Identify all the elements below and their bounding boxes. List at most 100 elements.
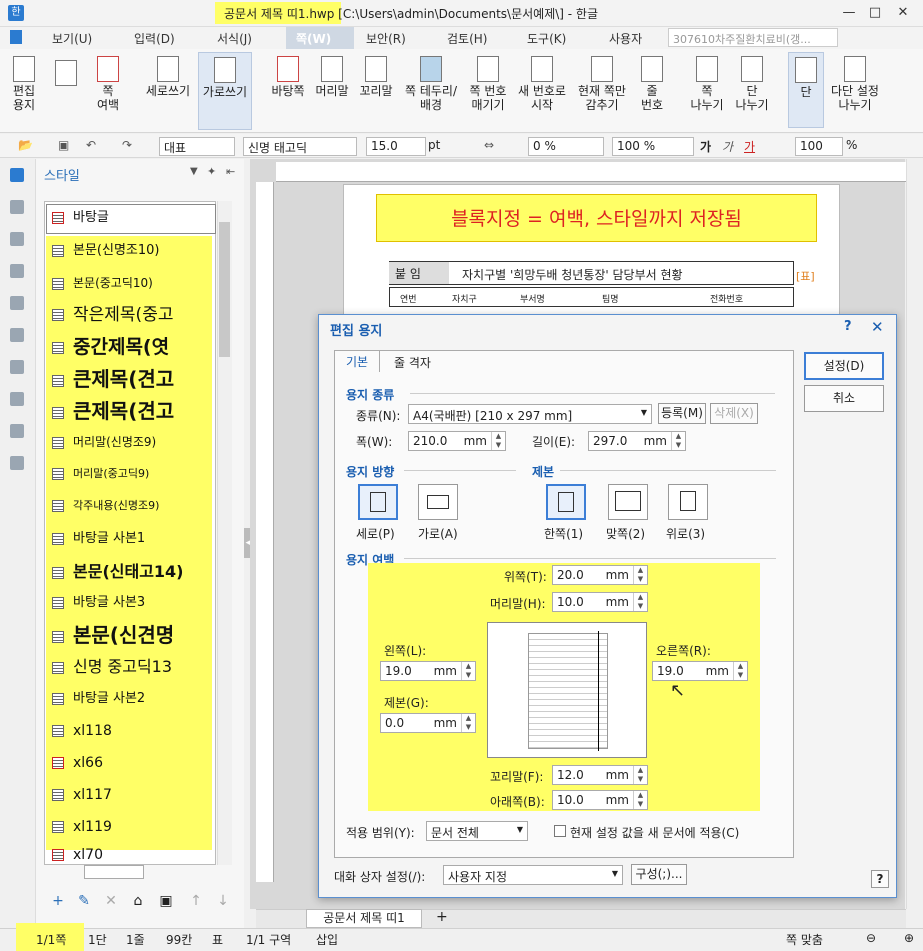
right-margin-input[interactable]: 19.0 mm ▲ ▼ <box>652 661 748 681</box>
apply-new-label[interactable]: 현재 설정 값을 새 문서에 적용(C) <box>570 824 739 841</box>
bind-facing-label[interactable]: 맞쪽(2) <box>606 525 645 542</box>
close-icon[interactable]: ✕ <box>892 4 914 22</box>
list-item[interactable]: 바탕글 사본2 <box>52 684 200 714</box>
bold-icon[interactable]: 가 <box>700 138 711 155</box>
new-number-button[interactable]: 새 번호로 시작 <box>514 52 570 112</box>
width-input[interactable]: 210.0 mm ▲ ▼ <box>408 431 506 451</box>
zoom-input[interactable]: 100 <box>795 137 843 156</box>
page-view-button[interactable] <box>46 56 86 88</box>
left-margin-input[interactable]: 19.0 mm ▲ ▼ <box>380 661 476 681</box>
spinner-icon[interactable]: ▲ ▼ <box>733 662 747 680</box>
book-icon[interactable] <box>10 392 24 406</box>
tab-line-grid[interactable]: 줄 격자 <box>394 354 431 371</box>
column-button[interactable]: 단 <box>788 52 824 128</box>
document-scrollbar[interactable] <box>906 159 923 909</box>
top-margin-input[interactable]: 20.0 mm ▲ ▼ <box>552 565 648 585</box>
spacing-icon[interactable]: ⇔ <box>484 138 494 152</box>
bind-facing-option[interactable] <box>608 484 648 520</box>
menu-format[interactable]: 서식(J) <box>217 30 252 47</box>
list-item[interactable]: xl66 <box>52 748 200 778</box>
list-item[interactable]: xl118 <box>52 716 200 746</box>
pin-icon[interactable]: ✦ <box>207 165 216 178</box>
outline-icon[interactable] <box>10 200 24 214</box>
multi-column-button[interactable]: 다단 설정 나누기 <box>826 52 884 112</box>
zoom-in-icon[interactable]: ⊕ <box>904 931 914 945</box>
list-item[interactable]: 중간제목(엿 <box>52 332 200 362</box>
menu-review[interactable]: 검토(H) <box>447 30 487 47</box>
page-margin-button[interactable]: 쪽 여백 <box>90 52 126 112</box>
char-ratio-input[interactable]: 100 % <box>612 137 694 156</box>
image-search-icon[interactable] <box>10 456 24 470</box>
list-item[interactable]: xl117 <box>52 780 200 810</box>
minimize-icon[interactable]: — <box>838 4 860 22</box>
zoom-unit[interactable]: % <box>846 138 857 152</box>
cancel-button[interactable]: 취소 <box>804 385 884 412</box>
list-item[interactable]: 본문(신견명 <box>52 620 200 650</box>
spinner-icon[interactable]: ▲ ▼ <box>633 791 647 809</box>
list-item[interactable]: 큰제목(견고 <box>52 396 200 426</box>
spinner-icon[interactable]: ▲ ▼ <box>491 432 505 450</box>
app-icon[interactable]: 한 <box>8 5 24 21</box>
menu-page[interactable]: 쪽(W) <box>296 30 331 47</box>
status-page[interactable]: 1/1쪽 <box>36 931 66 948</box>
apply-range-select[interactable]: 문서 전체 ▼ <box>426 821 528 841</box>
delete-style-icon[interactable]: ✕ <box>100 891 122 911</box>
landscape-label[interactable]: 가로(A) <box>418 525 458 542</box>
horizontal-write-button[interactable]: 가로쓰기 <box>198 52 252 130</box>
save-icon[interactable]: ▣ <box>58 138 69 152</box>
font-select[interactable]: 신명 태고딕 <box>243 137 357 156</box>
edit-style-icon[interactable]: ✎ <box>73 891 95 911</box>
bookmark-icon[interactable] <box>10 232 24 246</box>
scroll-thumb[interactable] <box>219 222 230 357</box>
list-item[interactable]: 작은제목(중고 <box>52 300 200 330</box>
horizontal-scrollbar[interactable] <box>84 865 144 879</box>
list-item[interactable]: 본문(신명조10) <box>52 236 200 266</box>
portrait-label[interactable]: 세로(P) <box>356 525 395 542</box>
list-item[interactable]: 신명 중고딕13 <box>52 652 200 682</box>
delete-button[interactable]: 삭제(X) <box>710 403 758 424</box>
page-number-button[interactable]: 쪽 번호 매기기 <box>464 52 512 112</box>
char-spacing-input[interactable]: 0 % <box>528 137 604 156</box>
menu-view[interactable]: 보기(U) <box>52 30 92 47</box>
style-select[interactable]: 대표 <box>159 137 235 156</box>
spinner-icon[interactable]: ▲ ▼ <box>633 593 647 611</box>
zoom-fit-select[interactable]: 쪽 맞춤 <box>786 931 823 948</box>
font-size-input[interactable]: 15.0 <box>366 137 426 156</box>
dialog-close-icon[interactable]: ✕ <box>871 318 884 336</box>
bind-one-side-option[interactable] <box>546 484 586 520</box>
page-break-button[interactable]: 쪽 나누기 <box>684 52 730 112</box>
header-button[interactable]: 머리말 <box>312 52 352 98</box>
vertical-write-button[interactable]: 세로쓰기 <box>140 52 196 98</box>
compose-button[interactable]: 구성(;)... <box>631 864 687 885</box>
italic-icon[interactable]: 가 <box>722 138 733 155</box>
save-style-icon[interactable]: ▣ <box>155 891 177 911</box>
move-up-icon[interactable]: ↑ <box>185 891 207 911</box>
list-item[interactable]: 머리말(중고딕9) <box>52 459 200 489</box>
menu-user[interactable]: 사용자 <box>609 30 642 47</box>
bind-top-label[interactable]: 위로(3) <box>666 525 705 542</box>
list-item[interactable]: 각주내용(신명조9) <box>52 491 200 521</box>
dialog-setting-select[interactable]: 사용자 지정 ▼ <box>443 865 623 885</box>
media-icon[interactable] <box>10 360 24 374</box>
bind-top-option[interactable] <box>668 484 708 520</box>
list-item[interactable]: 머리말(신명조9) <box>52 427 200 457</box>
spinner-icon[interactable]: ▲ ▼ <box>633 766 647 784</box>
list-item[interactable]: 큰제목(견고 <box>52 364 200 394</box>
spinner-icon[interactable]: ▲ ▼ <box>671 432 685 450</box>
clipboard-icon[interactable] <box>10 296 24 310</box>
search-input[interactable]: 307610차주질환치료비(갱... <box>668 28 838 47</box>
list-item[interactable]: 본문(중고딕10) <box>52 268 200 298</box>
column-break-button[interactable]: 단 나누기 <box>730 52 774 112</box>
header-margin-input[interactable]: 10.0 mm ▲ ▼ <box>552 592 648 612</box>
paper-kind-select[interactable]: A4(국배판) [210 x 297 mm] ▼ <box>408 404 652 424</box>
panel-close-icon[interactable]: ⇤ <box>226 165 235 178</box>
line-number-button[interactable]: 줄 번호 <box>632 52 672 112</box>
undo-icon[interactable]: ↶ <box>86 138 96 152</box>
move-down-icon[interactable]: ↓ <box>212 891 234 911</box>
length-input[interactable]: 297.0 mm ▲ ▼ <box>588 431 686 451</box>
add-tab-icon[interactable]: + <box>436 909 448 925</box>
list-item[interactable]: xl70 <box>52 846 200 864</box>
add-style-icon[interactable]: + <box>47 891 69 911</box>
document-tab[interactable]: 공문서 제목 띠1 <box>306 909 422 928</box>
panel-dropdown-icon[interactable]: ▼ <box>190 166 198 177</box>
